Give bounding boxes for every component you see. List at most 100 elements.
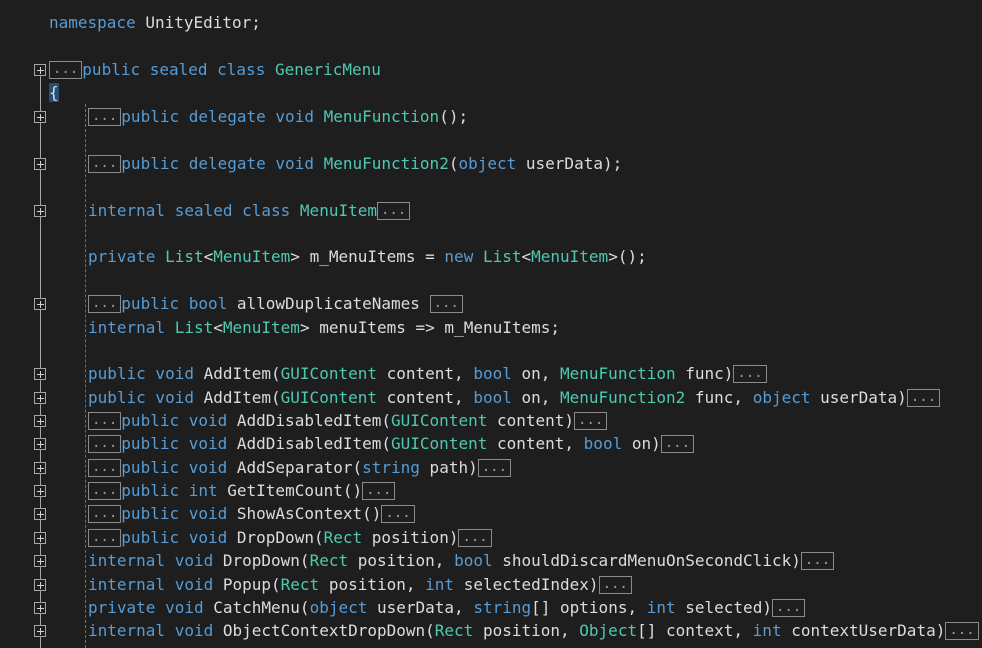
- fold-expand-icon[interactable]: [34, 111, 46, 123]
- code-line[interactable]: ... public void AddDisabledItem(GUIConten…: [0, 433, 982, 455]
- fold-expand-icon[interactable]: [34, 438, 46, 450]
- code-line[interactable]: namespace UnityEditor;: [0, 12, 982, 34]
- code-line[interactable]: internal void Popup(Rect position, int s…: [0, 574, 982, 596]
- text-token: Popup(: [222, 575, 281, 594]
- text-token: func,: [685, 388, 753, 407]
- code-line[interactable]: public void AddItem(GUIContent content, …: [0, 387, 982, 409]
- fold-expand-icon[interactable]: [34, 64, 46, 76]
- fold-expand-icon[interactable]: [34, 392, 46, 404]
- code-line[interactable]: ... public bool allowDuplicateNames ...: [0, 293, 982, 315]
- fold-expand-icon[interactable]: [34, 205, 46, 217]
- code-line[interactable]: private List<MenuItem> m_MenuItems = new…: [0, 246, 982, 268]
- code-line[interactable]: ... public int GetItemCount()...: [0, 480, 982, 502]
- collapsed-region-box[interactable]: ...: [906, 388, 941, 407]
- code-line[interactable]: ... public void ShowAsContext()...: [0, 503, 982, 525]
- type-token: Rect: [280, 575, 320, 594]
- code-text: ... public bool allowDuplicateNames ...: [88, 293, 463, 315]
- code-line[interactable]: ... public void AddDisabledItem(GUIConten…: [0, 410, 982, 432]
- collapsed-region-box[interactable]: ...: [88, 294, 122, 313]
- fold-expand-icon[interactable]: [34, 625, 46, 637]
- text-token: GetItemCount(): [227, 481, 363, 500]
- code-line[interactable]: public void AddItem(GUIContent content, …: [0, 363, 982, 385]
- type-token: MenuFunction: [323, 107, 440, 126]
- fold-expand-icon[interactable]: [34, 298, 46, 310]
- collapsed-region-box[interactable]: ...: [88, 458, 122, 477]
- collapsed-region-box[interactable]: ...: [458, 528, 492, 547]
- collapsed-region-box[interactable]: ...: [660, 434, 695, 453]
- code-text: {: [49, 82, 59, 104]
- type-token: MenuFunction2: [323, 154, 449, 173]
- text-token: > m_MenuItems =: [290, 247, 445, 266]
- fold-expand-icon[interactable]: [34, 158, 46, 170]
- keyword-token: bool: [473, 388, 512, 407]
- collapsed-region-box[interactable]: ...: [88, 528, 122, 547]
- collapsed-region-box[interactable]: ...: [800, 551, 835, 570]
- collapsed-region-box[interactable]: ...: [88, 411, 122, 430]
- code-text: ... public sealed class GenericMenu: [49, 59, 381, 81]
- collapsed-region-box[interactable]: ...: [88, 504, 122, 523]
- keyword-token: new: [444, 247, 483, 266]
- type-token: MenuItem: [531, 247, 609, 266]
- fold-expand-icon[interactable]: [34, 508, 46, 520]
- code-line[interactable]: ... public delegate void MenuFunction2(ob…: [0, 153, 982, 175]
- text-token: shouldDiscardMenuOnSecondClick): [492, 551, 801, 570]
- collapsed-region-box[interactable]: ...: [381, 504, 415, 523]
- fold-expand-icon[interactable]: [34, 485, 46, 497]
- collapsed-region-box[interactable]: ...: [429, 294, 463, 313]
- highlighted-brace: {: [49, 83, 59, 102]
- text-token: content,: [376, 364, 474, 383]
- collapsed-region-box[interactable]: ...: [88, 154, 122, 173]
- collapsed-region-box[interactable]: ...: [376, 201, 411, 220]
- text-token: selectedIndex): [454, 575, 599, 594]
- code-line[interactable]: private void CatchMenu(object userData, …: [0, 597, 982, 619]
- code-text: ... public int GetItemCount()...: [88, 480, 396, 502]
- code-line[interactable]: ... public void AddSeparator(string path)…: [0, 457, 982, 479]
- collapsed-region-box[interactable]: ...: [771, 598, 806, 617]
- code-line[interactable]: ... public sealed class GenericMenu: [0, 59, 982, 81]
- text-token: contextUserData): [781, 621, 946, 640]
- keyword-token: internal void: [88, 575, 223, 594]
- collapsed-region-box[interactable]: ...: [88, 107, 122, 126]
- collapsed-region-box[interactable]: ...: [362, 481, 396, 500]
- type-token: List: [482, 247, 522, 266]
- fold-expand-icon[interactable]: [34, 415, 46, 427]
- fold-expand-icon[interactable]: [34, 368, 46, 380]
- collapsed-region-box[interactable]: ...: [477, 458, 512, 477]
- keyword-token: bool: [583, 434, 623, 453]
- code-text: internal void ObjectContextDropDown(Rect…: [88, 620, 979, 642]
- text-token: position,: [348, 551, 455, 570]
- fold-expand-icon[interactable]: [34, 462, 46, 474]
- fold-expand-icon[interactable]: [34, 532, 46, 544]
- code-text: public void AddItem(GUIContent content, …: [88, 363, 767, 385]
- code-line[interactable]: internal sealed class MenuItem...: [0, 200, 982, 222]
- keyword-token: public void: [121, 528, 237, 547]
- code-line[interactable]: internal void DropDown(Rect position, bo…: [0, 550, 982, 572]
- code-line[interactable]: internal List<MenuItem> menuItems => m_M…: [0, 317, 982, 339]
- code-editor[interactable]: namespace UnityEditor;... public sealed c…: [0, 0, 982, 648]
- code-line[interactable]: ... public void DropDown(Rect position)..…: [0, 527, 982, 549]
- text-token: ObjectContextDropDown(: [222, 621, 435, 640]
- collapsed-region-box[interactable]: ...: [598, 575, 632, 594]
- fold-expand-icon[interactable]: [34, 555, 46, 567]
- keyword-token: object: [752, 388, 811, 407]
- collapsed-region-box[interactable]: ...: [88, 481, 122, 500]
- code-line[interactable]: ... public delegate void MenuFunction();: [0, 106, 982, 128]
- type-token: GUIContent: [391, 434, 488, 453]
- text-token: on,: [511, 364, 561, 383]
- collapsed-region-box[interactable]: ...: [49, 60, 83, 79]
- fold-expand-icon[interactable]: [34, 602, 46, 614]
- type-token: GUIContent: [280, 388, 377, 407]
- keyword-token: internal void: [88, 551, 223, 570]
- collapsed-region-box[interactable]: ...: [574, 411, 608, 430]
- code-text: ... public void AddDisabledItem(GUIConten…: [88, 433, 695, 455]
- code-line[interactable]: {: [0, 82, 982, 104]
- collapsed-region-box[interactable]: ...: [945, 621, 979, 640]
- keyword-token: string: [362, 458, 420, 477]
- code-line[interactable]: internal void ObjectContextDropDown(Rect…: [0, 620, 982, 642]
- fold-expand-icon[interactable]: [34, 579, 46, 591]
- text-token: userData,: [367, 598, 474, 617]
- collapsed-region-box[interactable]: ...: [88, 434, 122, 453]
- text-token: func): [675, 364, 734, 383]
- keyword-token: public sealed class: [82, 60, 275, 79]
- collapsed-region-box[interactable]: ...: [733, 364, 767, 383]
